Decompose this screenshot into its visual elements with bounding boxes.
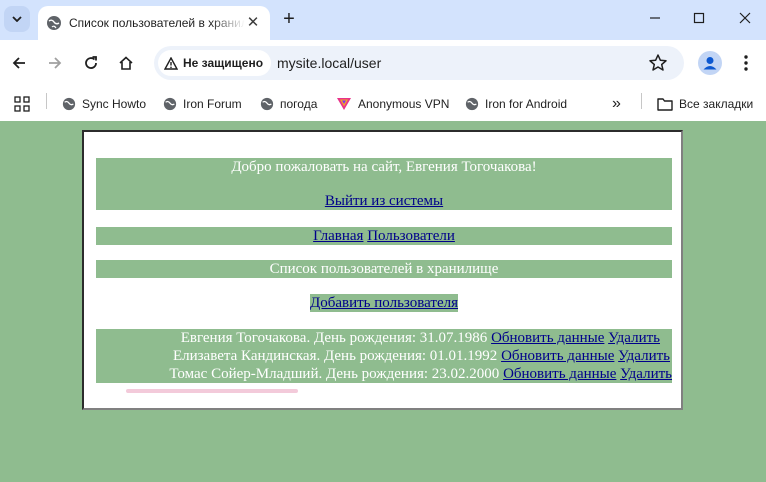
chevron-down-icon [12, 16, 22, 22]
tab-title: Список пользователей в хранилище [69, 16, 245, 30]
bookmarks-divider [46, 93, 47, 109]
update-user-link[interactable]: Обновить данные [501, 348, 614, 364]
security-chip[interactable]: Не защищено [158, 50, 272, 76]
home-button[interactable] [114, 51, 138, 75]
globe-icon [62, 97, 76, 111]
bookmarks-overflow-button[interactable]: » [612, 92, 621, 116]
nav-bar: Главная Пользователи [96, 227, 672, 245]
tab-search-button[interactable] [4, 6, 30, 32]
content-panel: Добро пожаловать на сайт, Евгения Тогоча… [82, 130, 683, 410]
arrow-right-icon [49, 57, 62, 69]
bookmark-anonymous-vpn[interactable]: Anonymous VPN [336, 92, 449, 116]
security-label: Не защищено [183, 56, 264, 70]
toolbar: Не защищено mysite.local/user [0, 40, 766, 86]
bookmark-sync-howto[interactable]: Sync Howto [62, 92, 146, 116]
delete-user-link[interactable]: Удалить [620, 366, 672, 382]
vpn-shield-icon [337, 98, 351, 110]
delete-user-link[interactable]: Удалить [608, 330, 660, 346]
maximize-icon [693, 12, 705, 24]
apps-button[interactable] [14, 92, 30, 116]
update-user-link[interactable]: Обновить данные [503, 366, 616, 382]
list-heading-bar: Список пользователей в хранилище [96, 260, 672, 278]
page-heading: Список пользователей в хранилище [269, 261, 499, 277]
add-user-link[interactable]: Добавить пользователя [309, 294, 459, 312]
globe-icon [47, 16, 61, 30]
list-item: Томас Сойер-Младший. День рождения: 23.0… [96, 365, 672, 383]
all-bookmarks-label: Все закладки [679, 97, 754, 111]
add-user-row: Добавить пользователя [84, 294, 684, 312]
bookmark-iron-forum[interactable]: Iron Forum [163, 92, 242, 116]
bookmark-weather[interactable]: погода [260, 92, 317, 116]
user-info: Томас Сойер-Младший. День рождения: 23.0… [169, 366, 500, 382]
delete-user-link[interactable]: Удалить [618, 348, 670, 364]
nav-home-link[interactable]: Главная [313, 228, 363, 244]
reload-icon [85, 56, 97, 69]
new-tab-button[interactable]: + [279, 9, 299, 29]
decorative-scribble [126, 389, 298, 393]
logout-link[interactable]: Выйти из системы [325, 193, 443, 209]
address-bar[interactable]: Не защищено mysite.local/user [154, 46, 684, 80]
bookmarks-divider [641, 93, 642, 109]
apps-grid-icon [14, 96, 30, 112]
more-vert-icon [744, 55, 748, 71]
close-icon[interactable]: ✕ [244, 14, 262, 32]
folder-icon [657, 98, 673, 111]
nav-users-link[interactable]: Пользователи [367, 228, 455, 244]
browser-chrome: Список пользователей в хранилище ✕ + [0, 0, 766, 121]
menu-button[interactable] [736, 51, 756, 75]
profile-button[interactable] [698, 51, 722, 75]
maximize-button[interactable] [688, 9, 710, 31]
close-window-button[interactable] [734, 9, 756, 31]
warning-icon [164, 56, 178, 70]
star-icon[interactable] [648, 53, 668, 73]
welcome-block: Добро пожаловать на сайт, Евгения Тогоча… [96, 158, 672, 210]
minimize-button[interactable] [644, 9, 666, 31]
forward-button[interactable] [43, 51, 67, 75]
update-user-link[interactable]: Обновить данные [491, 330, 604, 346]
bookmark-label: Iron for Android [485, 97, 568, 111]
chevron-double-right-icon: » [612, 95, 621, 112]
reload-button[interactable] [79, 51, 103, 75]
tab-strip: Список пользователей в хранилище ✕ + [0, 0, 766, 40]
tab-active[interactable]: Список пользователей в хранилище ✕ [38, 6, 270, 40]
bookmark-label: Anonymous VPN [358, 97, 450, 111]
minimize-icon [650, 17, 660, 19]
user-info: Елизавета Кандинская. День рождения: 01.… [172, 348, 498, 364]
globe-icon [465, 97, 479, 111]
profile-icon [703, 57, 717, 70]
back-button[interactable] [7, 51, 31, 75]
arrow-left-icon [12, 57, 25, 69]
bookmarks-bar: Sync Howto Iron Forum погода Anonymous V… [0, 86, 766, 121]
bookmark-iron-for-android[interactable]: Iron for Android [465, 92, 567, 116]
url-text[interactable]: mysite.local/user [277, 54, 381, 72]
list-item: Евгения Тогочакова. День рождения: 31.07… [96, 329, 672, 347]
all-bookmarks-button[interactable]: Все закладки [657, 92, 753, 116]
home-icon [119, 56, 133, 70]
bookmark-label: погода [280, 97, 318, 111]
bookmark-label: Sync Howto [82, 97, 147, 111]
welcome-text: Добро пожаловать на сайт, Евгения Тогоча… [231, 159, 537, 175]
globe-icon [260, 97, 274, 111]
close-icon [739, 12, 751, 24]
user-info: Евгения Тогочакова. День рождения: 31.07… [180, 330, 488, 346]
user-list: Евгения Тогочакова. День рождения: 31.07… [96, 329, 672, 383]
globe-icon [163, 97, 177, 111]
bookmark-label: Iron Forum [183, 97, 242, 111]
list-item: Елизавета Кандинская. День рождения: 01.… [96, 347, 672, 365]
